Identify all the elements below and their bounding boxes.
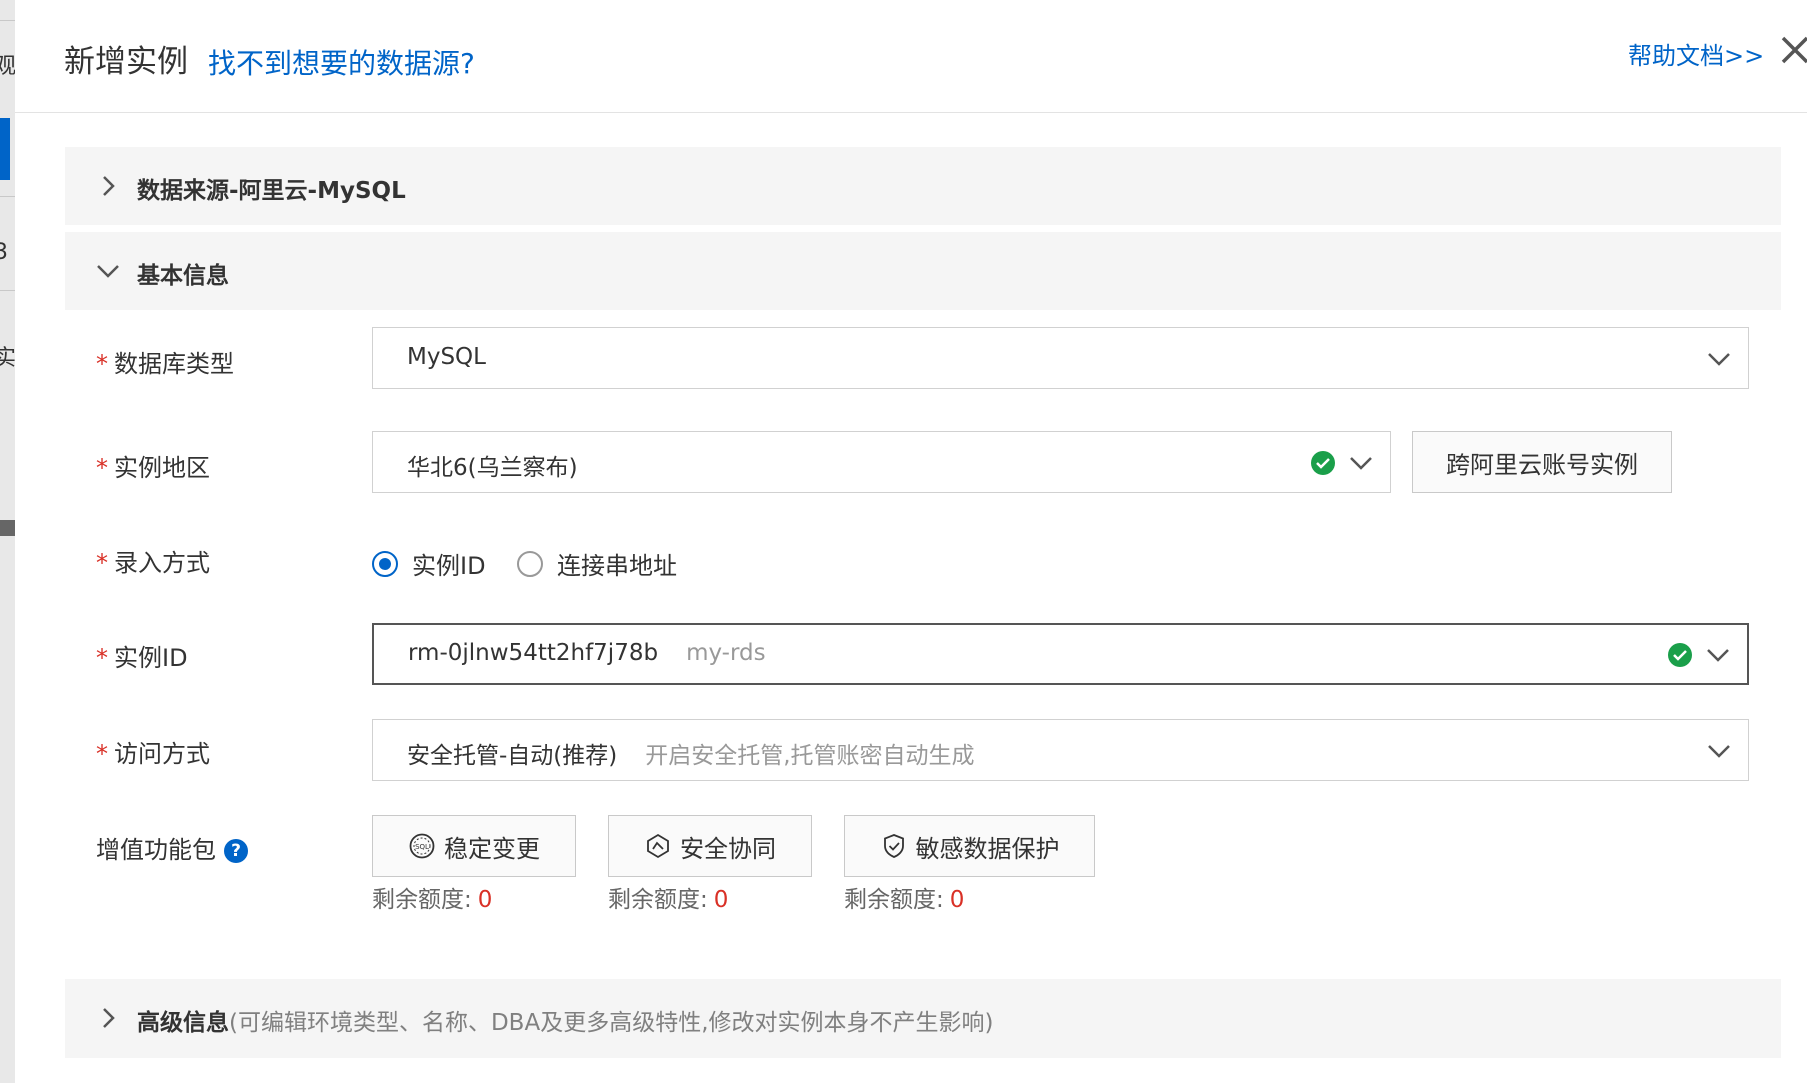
sql-badge-icon: SQL [409, 833, 435, 859]
shield-check-icon [883, 834, 904, 858]
db-type-value: MySQL [407, 344, 486, 370]
instance-name-text: my-rds [686, 640, 766, 666]
security-collaboration-quota: 剩余额度: 0 [608, 880, 728, 914]
section-advanced-hint: (可编辑环境类型、名称、DBA及更多高级特性,修改对实例本身不产生影响) [229, 1010, 994, 1036]
chevron-down-icon [1707, 649, 1729, 662]
access-mode-text: 安全托管-自动(推荐) [407, 743, 618, 769]
radio-instance-id[interactable]: 实例ID [372, 546, 486, 581]
access-mode-label: * 访问方式 [96, 734, 210, 769]
instance-id-label-text: 实例ID [114, 644, 188, 672]
region-select[interactable]: 华北6(乌兰察布) [372, 431, 1391, 493]
region-label: * 实例地区 [96, 448, 210, 483]
radio-connection-string-label: 连接串地址 [557, 552, 677, 580]
drawer-title: 新增实例 [64, 44, 188, 80]
instance-id-label: * 实例ID [96, 638, 188, 673]
quota-label: 剩余额度: [608, 887, 708, 913]
check-circle-icon [1668, 643, 1692, 667]
quota-label: 剩余额度: [844, 887, 944, 913]
background-divider [0, 196, 15, 197]
background-text: 实 [0, 340, 15, 372]
access-mode-value: 安全托管-自动(推荐) 开启安全托管,托管账密自动生成 [407, 736, 975, 770]
required-mark: * [96, 740, 108, 768]
stable-change-label: 稳定变更 [444, 834, 540, 863]
quota-value: 0 [949, 887, 965, 913]
radio-dot[interactable] [517, 550, 543, 577]
security-collaboration-button[interactable]: 安全协同 [608, 815, 812, 877]
section-advanced-info[interactable]: 高级信息(可编辑环境类型、名称、DBA及更多高级特性,修改对实例本身不产生影响) [65, 979, 1781, 1058]
section-datasource-title: 数据来源-阿里云-MySQL [137, 178, 406, 204]
region-value: 华北6(乌兰察布) [407, 455, 578, 481]
access-mode-label-text: 访问方式 [114, 740, 210, 768]
chevron-down-icon [1708, 745, 1730, 758]
quota-label: 剩余额度: [372, 887, 472, 913]
instance-id-select[interactable]: rm-0jlnw54tt2hf7j78b my-rds [372, 623, 1749, 685]
section-basic-info[interactable]: 基本信息 [65, 232, 1781, 310]
chevron-down-icon [1708, 353, 1730, 366]
background-page-strip: 观 3 实 [0, 0, 16, 1083]
access-mode-select[interactable]: 安全托管-自动(推荐) 开启安全托管,托管账密自动生成 [372, 719, 1749, 781]
collaboration-icon [647, 833, 669, 859]
entry-mode-label-text: 录入方式 [114, 549, 210, 577]
section-datasource[interactable]: 数据来源-阿里云-MySQL [65, 147, 1781, 225]
section-advanced-title: 高级信息(可编辑环境类型、名称、DBA及更多高级特性,修改对实例本身不产生影响) [137, 1003, 993, 1037]
chevron-right-icon [103, 1008, 115, 1028]
radio-dot-selected[interactable] [372, 550, 398, 577]
required-mark: * [96, 454, 108, 482]
required-mark: * [96, 350, 108, 378]
add-instance-drawer: 新增实例 找不到想要的数据源? 帮助文档>> 数据来源-阿里云-MySQL 基本… [15, 0, 1807, 1083]
radio-connection-string[interactable]: 连接串地址 [517, 546, 677, 581]
cross-account-instance-button[interactable]: 跨阿里云账号实例 [1412, 431, 1672, 493]
region-label-text: 实例地区 [114, 454, 210, 482]
entry-mode-label: * 录入方式 [96, 543, 210, 578]
required-mark: * [96, 549, 108, 577]
stable-change-button[interactable]: SQL 稳定变更 [372, 815, 576, 877]
background-text: 3 [0, 240, 8, 265]
value-pack-label-text: 增值功能包 [96, 836, 216, 864]
background-text: 观 [0, 48, 15, 80]
entry-mode-radio-group: 实例ID 连接串地址 [372, 546, 972, 580]
chevron-right-icon [103, 176, 115, 196]
background-divider [0, 290, 15, 291]
chevron-down-icon [1350, 457, 1372, 470]
sensitive-data-protection-label: 敏感数据保护 [915, 834, 1060, 863]
svg-text:SQL: SQL [415, 843, 429, 851]
quota-value: 0 [713, 887, 729, 913]
close-icon[interactable] [1775, 30, 1807, 70]
value-pack-label: 增值功能包? [96, 830, 248, 865]
stable-change-quota: 剩余额度: 0 [372, 880, 492, 914]
instance-id-text: rm-0jlnw54tt2hf7j78b [408, 640, 659, 666]
sensitive-data-protection-quota: 剩余额度: 0 [844, 880, 964, 914]
help-docs-link[interactable]: 帮助文档>> [1628, 36, 1764, 71]
access-mode-description: 开启安全托管,托管账密自动生成 [645, 743, 975, 769]
section-advanced-title-text: 高级信息 [137, 1010, 229, 1036]
background-active-bar [0, 118, 10, 180]
help-question-icon[interactable]: ? [224, 839, 248, 863]
db-type-label: * 数据库类型 [96, 344, 234, 379]
drawer-header: 新增实例 找不到想要的数据源? 帮助文档>> [15, 0, 1807, 113]
db-type-label-text: 数据库类型 [114, 350, 234, 378]
check-circle-icon [1311, 451, 1335, 475]
background-divider [0, 20, 15, 21]
chevron-down-icon [97, 265, 119, 278]
instance-id-value: rm-0jlnw54tt2hf7j78b my-rds [408, 640, 766, 666]
background-scrollbar [0, 520, 15, 536]
sensitive-data-protection-button[interactable]: 敏感数据保护 [844, 815, 1095, 877]
required-mark: * [96, 644, 108, 672]
section-basic-title: 基本信息 [137, 263, 229, 289]
security-collaboration-label: 安全协同 [680, 834, 776, 863]
quota-value: 0 [477, 887, 493, 913]
db-type-select[interactable]: MySQL [372, 327, 1749, 389]
radio-instance-id-label: 实例ID [412, 552, 486, 580]
datasource-not-found-link[interactable]: 找不到想要的数据源? [208, 42, 475, 82]
